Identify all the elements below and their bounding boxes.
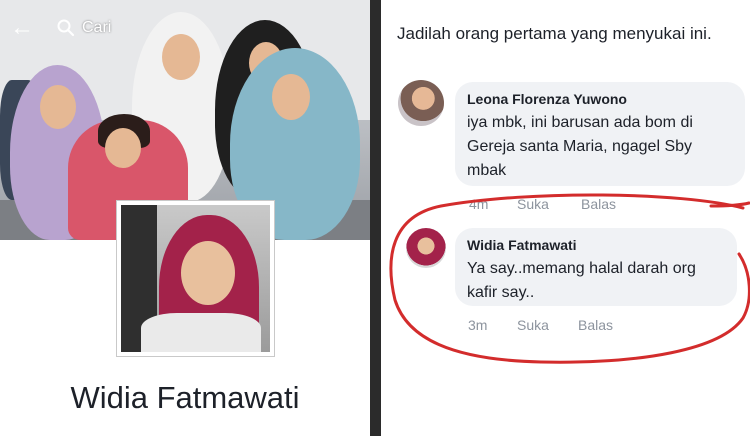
face xyxy=(105,128,141,168)
first-like-prompt: Jadilah orang pertama yang menyukai ini. xyxy=(397,24,712,43)
back-arrow-icon[interactable]: ← xyxy=(8,14,36,42)
shirt xyxy=(141,313,261,352)
face xyxy=(181,241,235,305)
face xyxy=(40,85,76,129)
face xyxy=(272,74,310,120)
search-label[interactable]: Cari xyxy=(82,18,111,38)
reply-button[interactable]: Balas xyxy=(578,316,613,334)
profile-panel: ← Cari Widia Fatmawati xyxy=(0,0,370,436)
comment-time: 4m xyxy=(469,196,489,212)
comment-time: 3m xyxy=(468,317,488,333)
comment-author[interactable]: Widia Fatmawati xyxy=(467,236,725,254)
comment-text: iya mbk, ini barusan ada bom di Gereja s… xyxy=(467,114,693,179)
comment-author[interactable]: Leona Florenza Yuwono xyxy=(467,90,733,108)
comment-text: Ya say..memang halal darah org kafir say… xyxy=(467,260,696,301)
reply-button[interactable]: Balas xyxy=(581,195,616,213)
avatar[interactable] xyxy=(406,228,446,268)
like-button[interactable]: Suka xyxy=(517,316,549,334)
profile-name: Widia Fatmawati xyxy=(70,380,300,415)
comments-panel: Jadilah orang pertama yang menyukai ini.… xyxy=(381,0,750,436)
like-button[interactable]: Suka xyxy=(517,195,549,213)
search-icon[interactable] xyxy=(56,18,76,38)
avatar[interactable] xyxy=(398,80,444,126)
red-circle-annotation xyxy=(389,193,750,364)
profile-picture xyxy=(121,205,270,352)
profile-topbar: ← Cari xyxy=(0,14,370,50)
comment-bubble: Leona Florenza Yuwono iya mbk, ini barus… xyxy=(455,82,745,186)
profile-picture-frame[interactable] xyxy=(116,200,275,357)
comment-bubble: Widia Fatmawati Ya say..memang halal dar… xyxy=(455,228,737,306)
